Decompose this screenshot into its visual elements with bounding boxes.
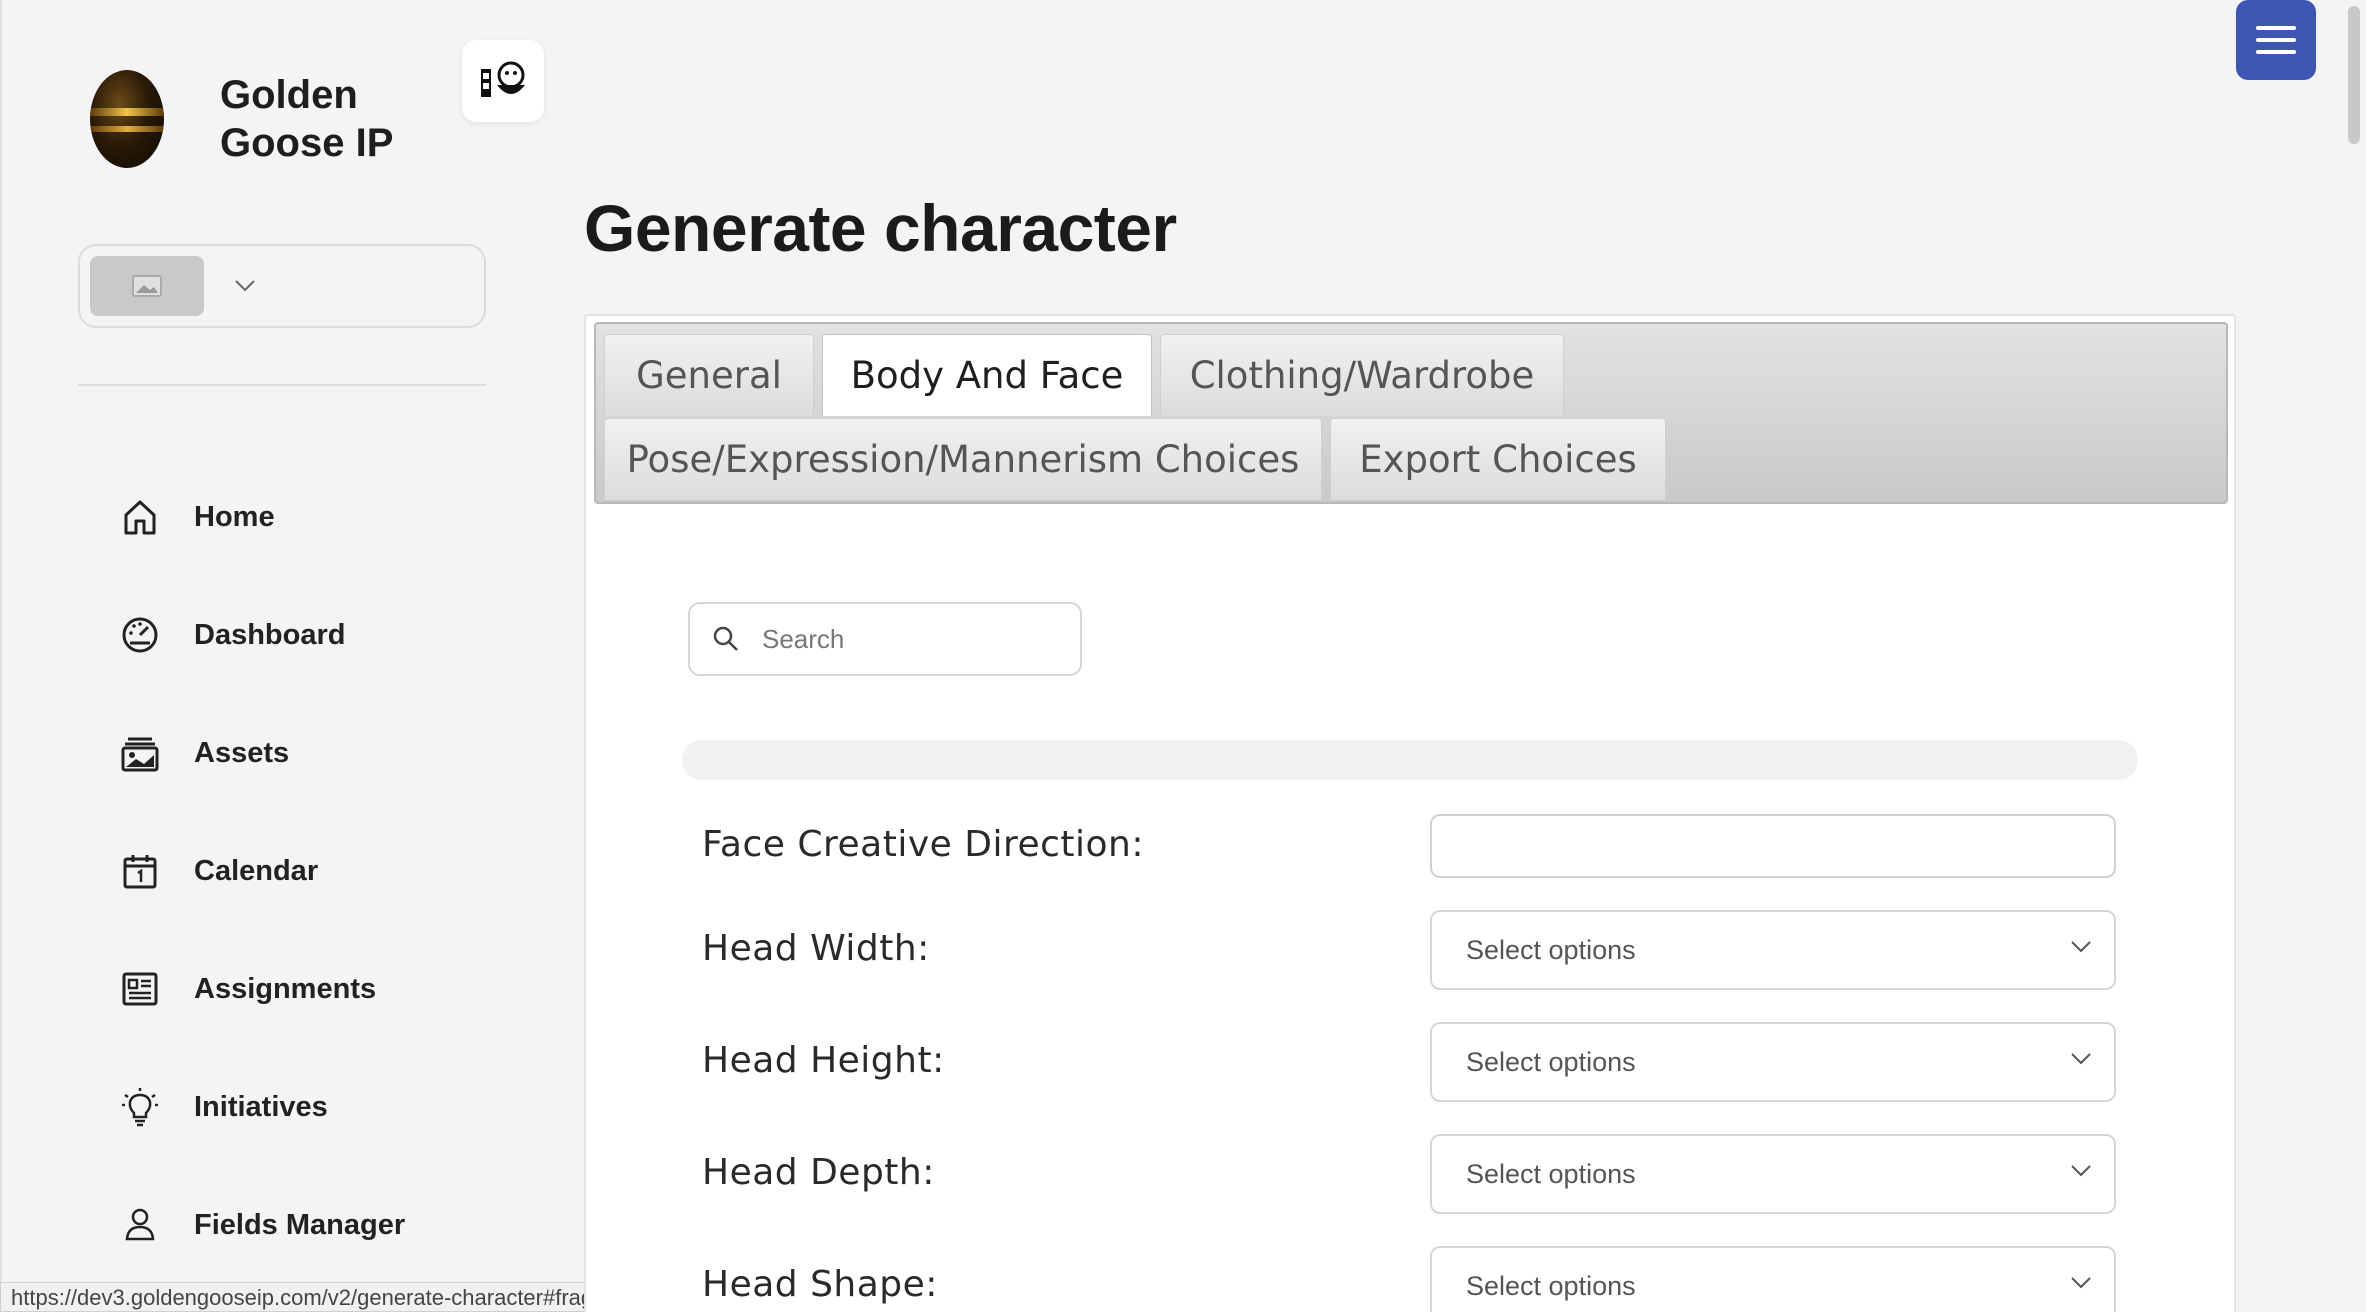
sidebar-item-dashboard[interactable]: Dashboard	[120, 576, 520, 694]
sidebar-nav: Home Dashboard Assets Calendar Assignmen…	[120, 458, 520, 1284]
select-value: Select options	[1466, 1046, 1636, 1077]
select-value: Select options	[1466, 934, 1636, 965]
sidebar-item-label: Assignments	[194, 972, 377, 1005]
tab-pose-expression-mannerism[interactable]: Pose/Expression/Mannerism Choices	[604, 418, 1322, 500]
search-icon	[713, 626, 738, 651]
image-stack-icon	[120, 733, 160, 773]
chevron-down-icon	[2071, 1165, 2091, 1177]
sidebar-item-label: Initiatives	[194, 1090, 328, 1123]
chevron-down-icon	[2071, 941, 2091, 953]
tab-export-choices[interactable]: Export Choices	[1330, 418, 1666, 500]
select-value: Select options	[1466, 1270, 1636, 1301]
calendar-icon	[120, 851, 160, 891]
brand-name: Golden Goose IP	[220, 73, 394, 165]
chevron-down-icon	[2071, 1277, 2091, 1289]
home-icon	[120, 497, 160, 537]
org-selector[interactable]	[78, 244, 486, 328]
head-height-label: Head Height:	[702, 1040, 945, 1081]
sidebar-item-label: Dashboard	[194, 618, 346, 651]
select-value: Select options	[1466, 1158, 1636, 1189]
sidebar: Golden Goose IP Home Dashboard Assets Ca…	[0, 0, 560, 1312]
sidebar-item-home[interactable]: Home	[120, 458, 520, 576]
sidebar-divider	[78, 384, 486, 386]
mascot-icon-button[interactable]	[462, 40, 544, 122]
page-scrollbar[interactable]	[2340, 0, 2366, 1312]
head-shape-label: Head Shape:	[702, 1264, 938, 1305]
sidebar-item-assignments[interactable]: Assignments	[120, 930, 520, 1048]
chevron-down-icon	[235, 280, 255, 292]
sidebar-item-fields-manager[interactable]: Fields Manager	[120, 1166, 520, 1284]
generate-panel: General Body And Face Clothing/Wardrobe …	[584, 314, 2236, 1312]
search-input[interactable]	[762, 623, 1062, 655]
sidebar-item-calendar[interactable]: Calendar	[120, 812, 520, 930]
hamburger-icon	[2256, 26, 2296, 54]
mascot-icon	[481, 61, 525, 97]
face-creative-direction-input[interactable]	[1430, 814, 2116, 878]
golden-egg-logo	[90, 70, 164, 168]
list-icon	[120, 969, 160, 1009]
org-thumbnail	[90, 256, 204, 316]
menu-button[interactable]	[2236, 0, 2316, 80]
scrollbar-thumb[interactable]	[2348, 6, 2360, 144]
head-width-select[interactable]: Select options	[1430, 910, 2116, 990]
search-box[interactable]	[688, 602, 1082, 676]
face-creative-direction-label: Face Creative Direction:	[702, 824, 1144, 865]
brand[interactable]: Golden Goose IP	[90, 70, 420, 168]
gauge-icon	[120, 615, 160, 655]
sidebar-item-assets[interactable]: Assets	[120, 694, 520, 812]
head-shape-select[interactable]: Select options	[1430, 1246, 2116, 1312]
sidebar-item-label: Fields Manager	[194, 1208, 406, 1241]
tab-body-and-face[interactable]: Body And Face	[822, 334, 1152, 416]
head-width-label: Head Width:	[702, 928, 930, 969]
tab-bar: General Body And Face Clothing/Wardrobe …	[594, 322, 2228, 504]
page-title: Generate character	[584, 191, 1177, 265]
head-depth-label: Head Depth:	[702, 1152, 935, 1193]
sidebar-item-label: Home	[194, 500, 275, 533]
head-depth-select[interactable]: Select options	[1430, 1134, 2116, 1214]
tab-general[interactable]: General	[604, 334, 814, 416]
head-height-select[interactable]: Select options	[1430, 1022, 2116, 1102]
sidebar-item-label: Assets	[194, 736, 290, 769]
sidebar-item-initiatives[interactable]: Initiatives	[120, 1048, 520, 1166]
sidebar-item-label: Calendar	[194, 854, 319, 887]
chevron-down-icon	[2071, 1053, 2091, 1065]
tab-clothing-wardrobe[interactable]: Clothing/Wardrobe	[1160, 334, 1564, 416]
image-placeholder-icon	[132, 275, 162, 297]
progress-track	[682, 740, 2138, 780]
user-icon	[120, 1205, 160, 1245]
lightbulb-icon	[120, 1087, 160, 1127]
